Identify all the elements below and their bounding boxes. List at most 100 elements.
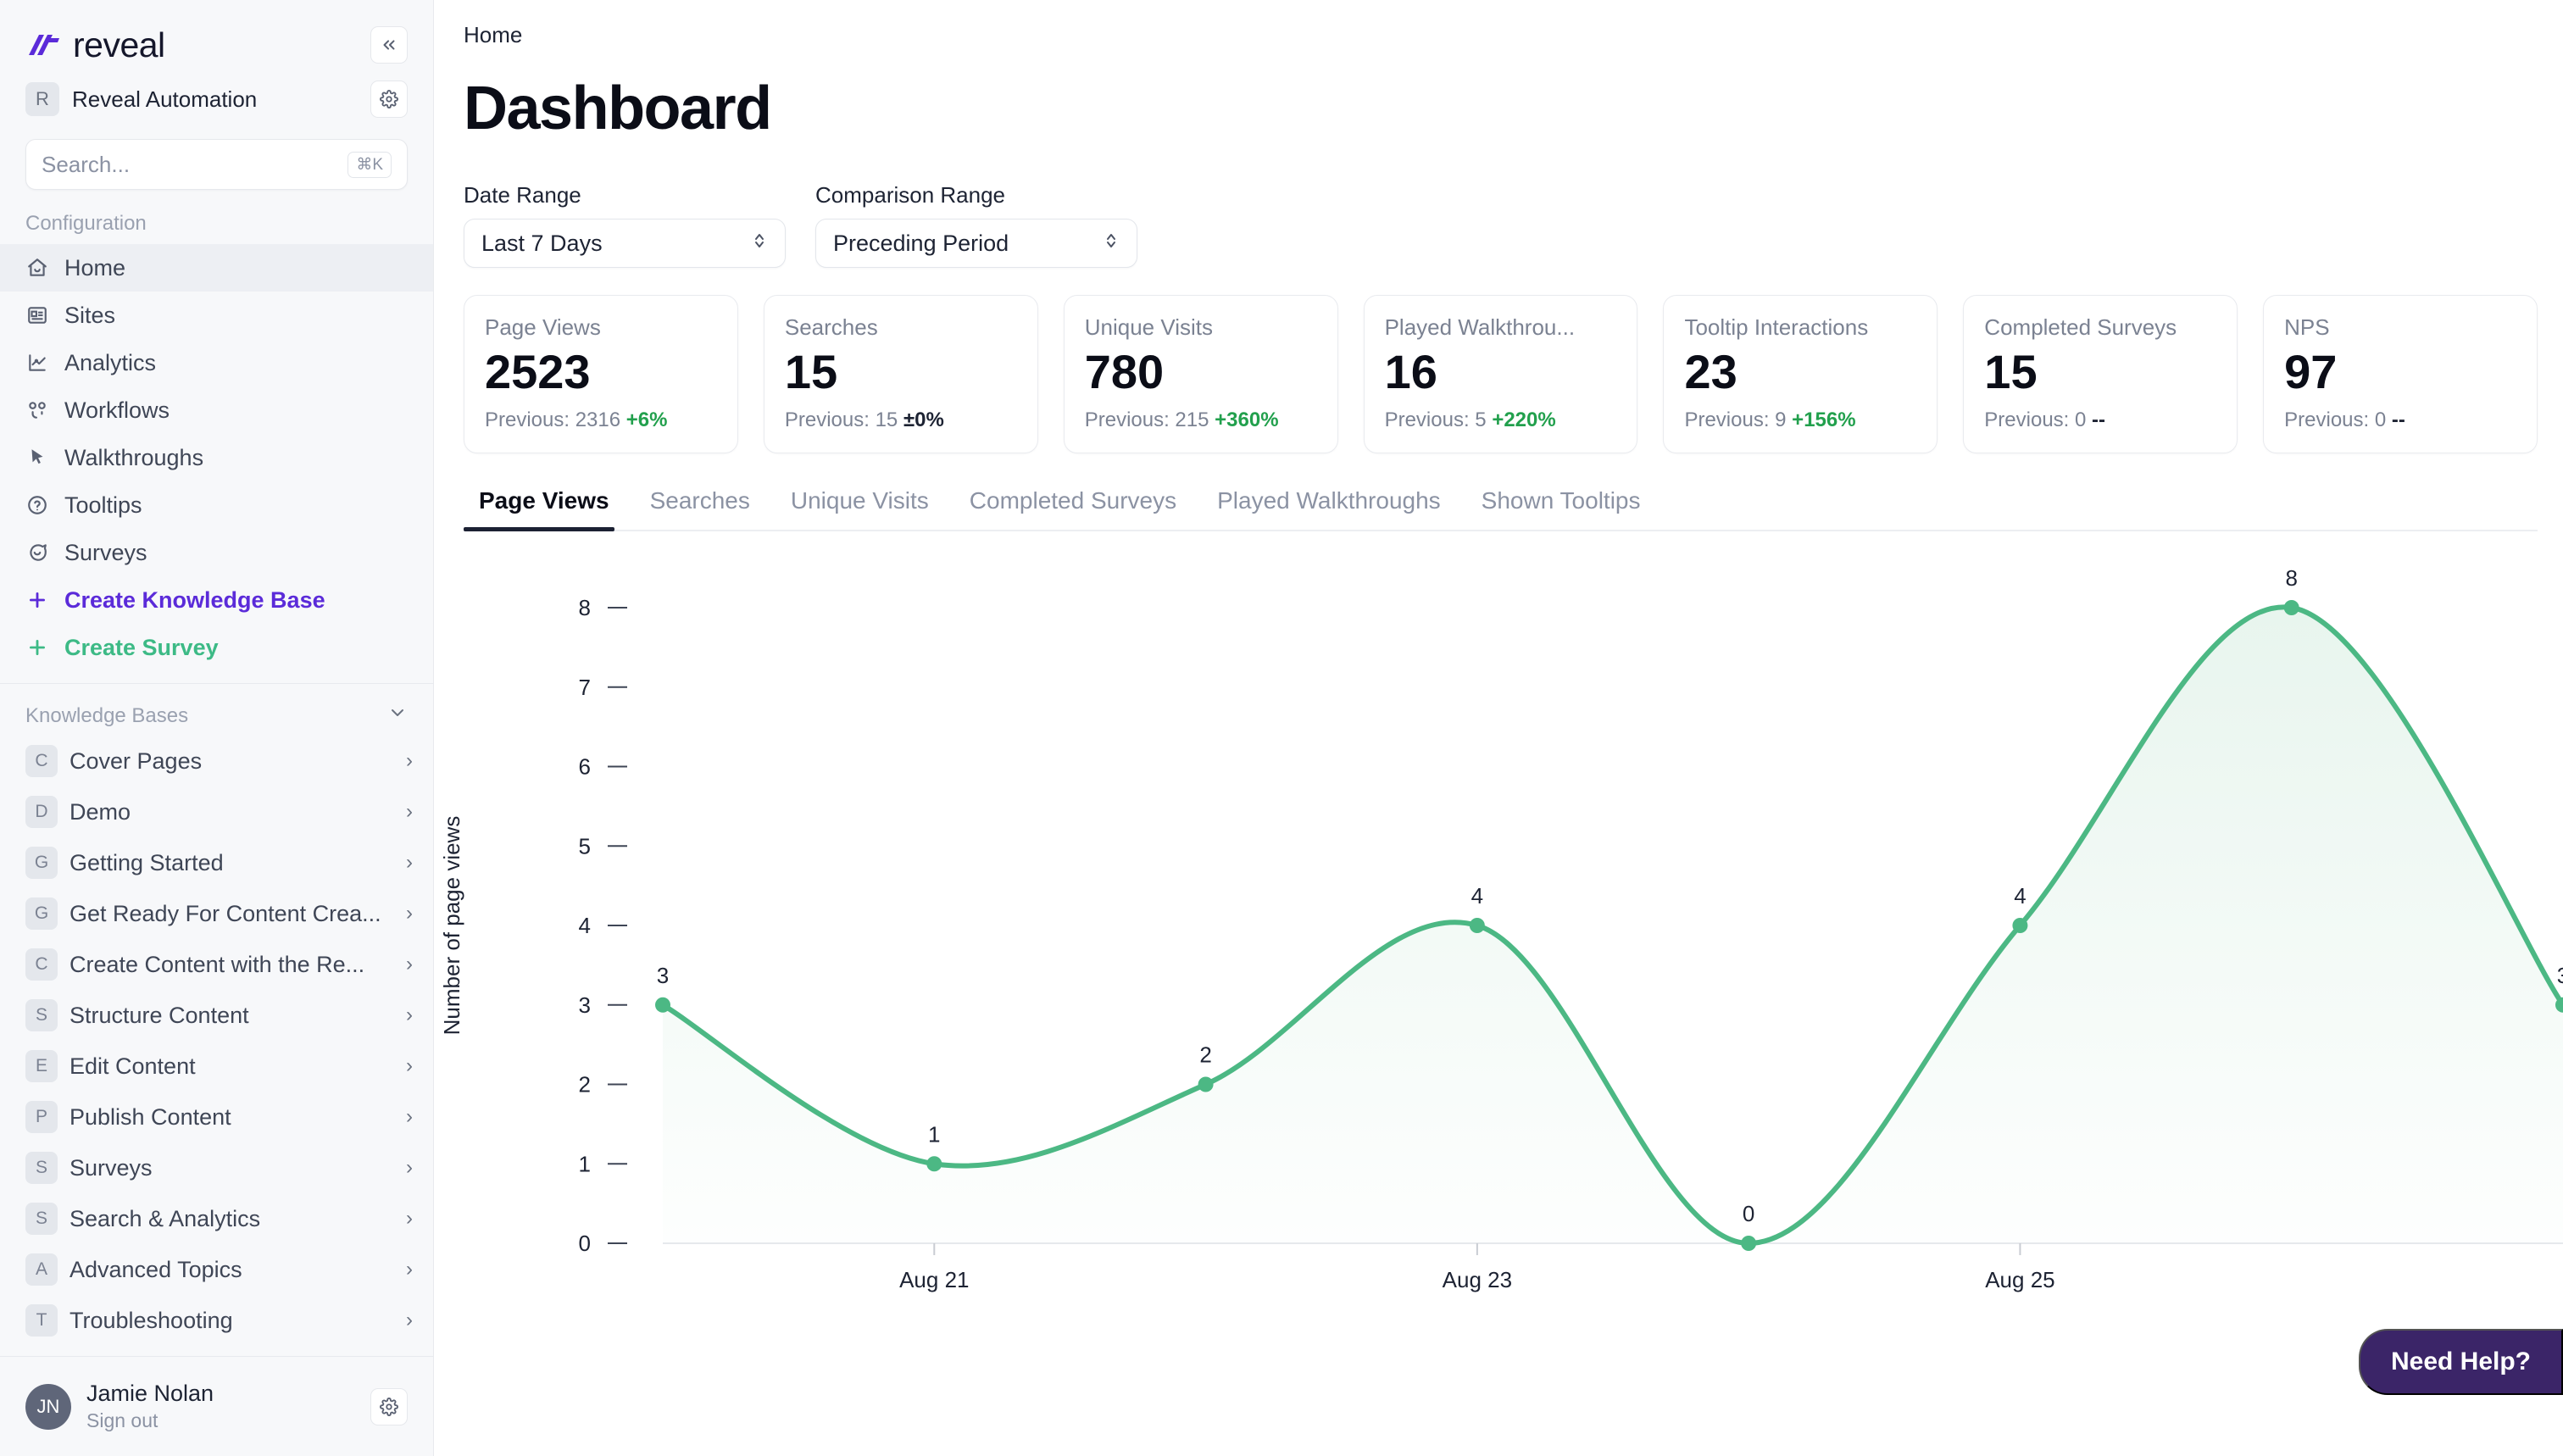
kb-badge: G [25, 897, 58, 930]
stat-card-tooltip-interactions[interactable]: Tooltip Interactions 23 Previous: 9 +156… [1663, 295, 1938, 453]
list-item[interactable]: E Edit Content › [0, 1041, 433, 1092]
stat-value: 2523 [485, 345, 591, 398]
stat-title: Page Views [485, 314, 601, 340]
list-item[interactable]: S Search & Analytics › [0, 1193, 433, 1244]
chevron-right-icon: › [406, 1207, 413, 1230]
search-box[interactable]: ⌘K [25, 139, 408, 190]
workspace-row[interactable]: R Reveal Automation [25, 73, 408, 125]
search-input[interactable] [42, 151, 348, 178]
breadcrumb[interactable]: Home [434, 0, 2563, 48]
cursor-icon [25, 446, 49, 470]
kb-label: Edit Content [69, 1053, 196, 1079]
tab-page-views[interactable]: Page Views [464, 487, 630, 531]
chevron-right-icon: › [406, 1003, 413, 1026]
list-item[interactable]: D Demo › [0, 786, 433, 837]
sidebar-item-walkthroughs[interactable]: Walkthroughs [0, 434, 433, 481]
kb-label: Advanced Topics [69, 1256, 242, 1282]
workspace-left: R Reveal Automation [25, 82, 257, 116]
kb-badge: P [25, 1101, 58, 1133]
svg-text:3: 3 [657, 963, 669, 988]
stat-title: NPS [2284, 314, 2330, 340]
tab-searches[interactable]: Searches [630, 487, 770, 530]
workspace-settings-button[interactable] [370, 81, 408, 118]
brand-row: reveal [25, 0, 408, 73]
chart-svg: Number of page views 0 1 2 3 4 5 6 7 8 3 1 2 4 0 4 8 3 Aug… [439, 565, 2563, 1292]
list-item[interactable]: P Publish Content › [0, 1092, 433, 1142]
svg-text:3: 3 [579, 992, 591, 1018]
plus-icon [25, 588, 49, 612]
app-root: reveal R Reveal Automation Search... ⌘K … [0, 0, 2563, 1456]
user-settings-button[interactable] [370, 1387, 408, 1425]
list-item[interactable]: C Create Content with the Re... › [0, 939, 433, 990]
kb-badge: S [25, 1152, 58, 1184]
stat-delta: -- [2092, 408, 2106, 431]
list-item[interactable]: S Surveys › [0, 1142, 433, 1193]
stat-value: 16 [1384, 345, 1437, 398]
sidebar-item-label: Home [64, 254, 126, 281]
stat-card-searches[interactable]: Searches 15 Previous: 15 ±0% [763, 295, 1038, 453]
user-block[interactable]: JN Jamie Nolan Sign out [25, 1380, 214, 1433]
stat-card-page-views[interactable]: Page Views 2523 Previous: 2316 +6% [464, 295, 738, 453]
list-item[interactable]: S Structure Content › [0, 990, 433, 1041]
tab-unique-visits[interactable]: Unique Visits [770, 487, 949, 530]
stat-delta: +156% [1792, 408, 1856, 431]
date-range-select[interactable]: Last 7 Days [464, 219, 786, 268]
chevron-right-icon: › [406, 1054, 413, 1077]
comparison-range-select[interactable]: Preceding Period [815, 219, 1137, 268]
sidebar-item-tooltips[interactable]: Tooltips [0, 481, 433, 529]
list-item[interactable]: T Troubleshooting › [0, 1295, 433, 1346]
chevron-right-icon: › [406, 851, 413, 874]
svg-text:Number of page views: Number of page views [439, 816, 464, 1036]
sidebar-item-create-knowledge-base[interactable]: Create Knowledge Base [0, 576, 433, 624]
stat-previous-text: Previous: 9 [1684, 408, 1787, 431]
list-item[interactable]: G Getting Started › [0, 837, 433, 888]
need-help-button[interactable]: Need Help? [2358, 1329, 2563, 1395]
tab-shown-tooltips[interactable]: Shown Tooltips [1461, 487, 1661, 530]
chevron-right-icon: › [406, 902, 413, 925]
stat-previous-text: Previous: 2316 [485, 408, 621, 431]
sidebar-item-create-survey[interactable]: Create Survey [0, 624, 433, 671]
stat-card-nps[interactable]: NPS 97 Previous: 0 -- [2263, 295, 2538, 453]
svg-text:5: 5 [579, 833, 591, 859]
home-icon [25, 256, 49, 280]
chevron-right-icon: › [406, 1258, 413, 1281]
stat-card-unique-visits[interactable]: Unique Visits 780 Previous: 215 +360% [1063, 295, 1338, 453]
list-item[interactable]: A Advanced Topics › [0, 1244, 433, 1295]
svg-text:1: 1 [579, 1151, 591, 1176]
sidebar-item-label: Sites [64, 302, 116, 328]
kb-label: Publish Content [69, 1103, 231, 1130]
kb-label: Demo [69, 798, 131, 825]
knowledge-bases-header[interactable]: Knowledge Bases [0, 683, 433, 736]
tab-played-walkthroughs[interactable]: Played Walkthroughs [1197, 487, 1461, 530]
sidebar-item-workflows[interactable]: Workflows [0, 386, 433, 434]
chevron-right-icon: › [406, 953, 413, 975]
stat-title: Tooltip Interactions [1684, 314, 1869, 340]
workflows-icon [25, 398, 49, 422]
sidebar-item-sites[interactable]: Sites [0, 292, 433, 339]
chevron-right-icon: › [406, 749, 413, 772]
sidebar-item-label: Create Survey [64, 634, 219, 660]
sidebar-item-home[interactable]: Home [0, 244, 433, 292]
kb-badge: C [25, 948, 58, 981]
sidebar-item-surveys[interactable]: Surveys [0, 529, 433, 576]
question-circle-icon [25, 493, 49, 517]
sign-out-link[interactable]: Sign out [86, 1409, 214, 1433]
user-name: Jamie Nolan [86, 1381, 214, 1407]
stat-previous-text: Previous: 15 [784, 408, 898, 431]
comparison-range-value: Preceding Period [833, 230, 1009, 256]
stat-title: Played Walkthrou... [1384, 314, 1576, 340]
stat-previous: Previous: 0 -- [2284, 408, 2516, 432]
collapse-sidebar-button[interactable] [370, 26, 408, 64]
stat-card-played-walkthroughs[interactable]: Played Walkthrou... 16 Previous: 5 +220% [1363, 295, 1638, 453]
svg-text:6: 6 [579, 754, 591, 780]
workspace-avatar: R [25, 82, 59, 116]
list-item[interactable]: G Get Ready For Content Crea... › [0, 888, 433, 939]
stat-card-completed-surveys[interactable]: Completed Surveys 15 Previous: 0 -- [1963, 295, 2238, 453]
sidebar-item-analytics[interactable]: Analytics [0, 339, 433, 386]
kb-label: Create Content with the Re... [69, 951, 365, 977]
sidebar-item-label: Tooltips [64, 492, 142, 518]
tab-completed-surveys[interactable]: Completed Surveys [949, 487, 1197, 530]
avatar: JN [25, 1383, 71, 1430]
kb-badge: A [25, 1253, 58, 1286]
list-item[interactable]: C Cover Pages › [0, 736, 433, 786]
